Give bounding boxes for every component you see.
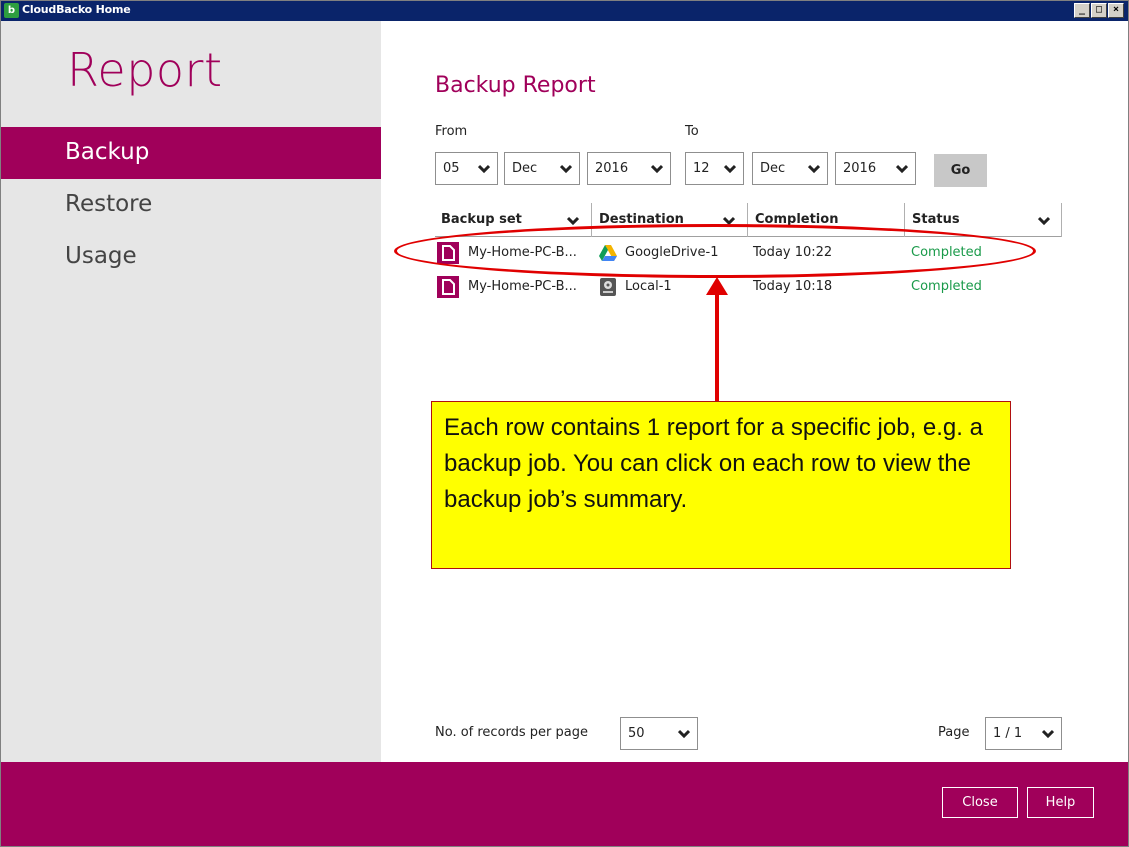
app-window: b CloudBacko Home _ □ × Report Backup Re… [0, 0, 1129, 847]
main-panel: Backup Report From To 05 Dec 2016 12 Dec… [381, 21, 1128, 762]
chevron-down-icon [478, 164, 490, 174]
to-day-select[interactable]: 12 [685, 152, 744, 185]
chevron-down-icon [651, 164, 663, 174]
column-header-label: Status [912, 212, 960, 227]
backup-set-icon [437, 276, 459, 298]
to-label: To [685, 124, 699, 139]
from-month-select[interactable]: Dec [504, 152, 580, 185]
close-window-button[interactable]: × [1108, 3, 1124, 18]
maximize-button[interactable]: □ [1091, 3, 1107, 18]
records-per-page-label: No. of records per page [435, 725, 589, 740]
minimize-button[interactable]: _ [1074, 3, 1090, 18]
chevron-down-icon [678, 729, 690, 739]
records-per-page-select[interactable]: 50 [620, 717, 698, 750]
help-button[interactable]: Help [1027, 787, 1094, 818]
chevron-down-icon [896, 164, 908, 174]
window-title: CloudBacko Home [22, 3, 131, 16]
records-per-page-value: 50 [628, 726, 645, 741]
chevron-down-icon [724, 164, 736, 174]
page-title: Backup Report [435, 73, 596, 98]
from-year-value: 2016 [595, 161, 629, 176]
from-day-select[interactable]: 05 [435, 152, 498, 185]
page-value: 1 / 1 [993, 726, 1023, 741]
app-logo-icon: b [4, 3, 19, 18]
column-divider [1061, 203, 1062, 237]
chevron-down-icon [808, 164, 820, 174]
to-month-select[interactable]: Dec [752, 152, 828, 185]
sidebar: Report Backup Restore Usage [1, 21, 381, 762]
to-year-value: 2016 [843, 161, 877, 176]
sidebar-item-backup[interactable]: Backup [1, 127, 381, 179]
from-month-value: Dec [512, 161, 538, 176]
chevron-down-icon [1038, 216, 1050, 226]
from-year-select[interactable]: 2016 [587, 152, 671, 185]
title-bar: b CloudBacko Home _ □ × [1, 1, 1128, 21]
chevron-down-icon [567, 216, 579, 226]
sidebar-item-restore[interactable]: Restore [1, 179, 381, 231]
to-month-value: Dec [760, 161, 786, 176]
status-text: Completed [911, 279, 982, 294]
annotation-callout: Each row contains 1 report for a specifi… [431, 401, 1011, 569]
chevron-down-icon [1042, 729, 1054, 739]
annotation-highlight-ellipse [394, 224, 1036, 278]
local-drive-icon [600, 278, 616, 296]
from-day-value: 05 [443, 161, 460, 176]
page-select[interactable]: 1 / 1 [985, 717, 1062, 750]
sidebar-heading: Report [67, 43, 223, 97]
window-controls: _ □ × [1074, 3, 1124, 18]
chevron-down-icon [560, 164, 572, 174]
to-day-value: 12 [693, 161, 710, 176]
to-year-select[interactable]: 2016 [835, 152, 916, 185]
close-button[interactable]: Close [942, 787, 1018, 818]
go-button[interactable]: Go [934, 154, 987, 187]
from-label: From [435, 124, 468, 139]
page-label: Page [938, 725, 970, 740]
annotation-arrow-line [715, 291, 719, 402]
sidebar-item-usage[interactable]: Usage [1, 231, 381, 283]
column-header-label: Backup set [441, 212, 522, 227]
